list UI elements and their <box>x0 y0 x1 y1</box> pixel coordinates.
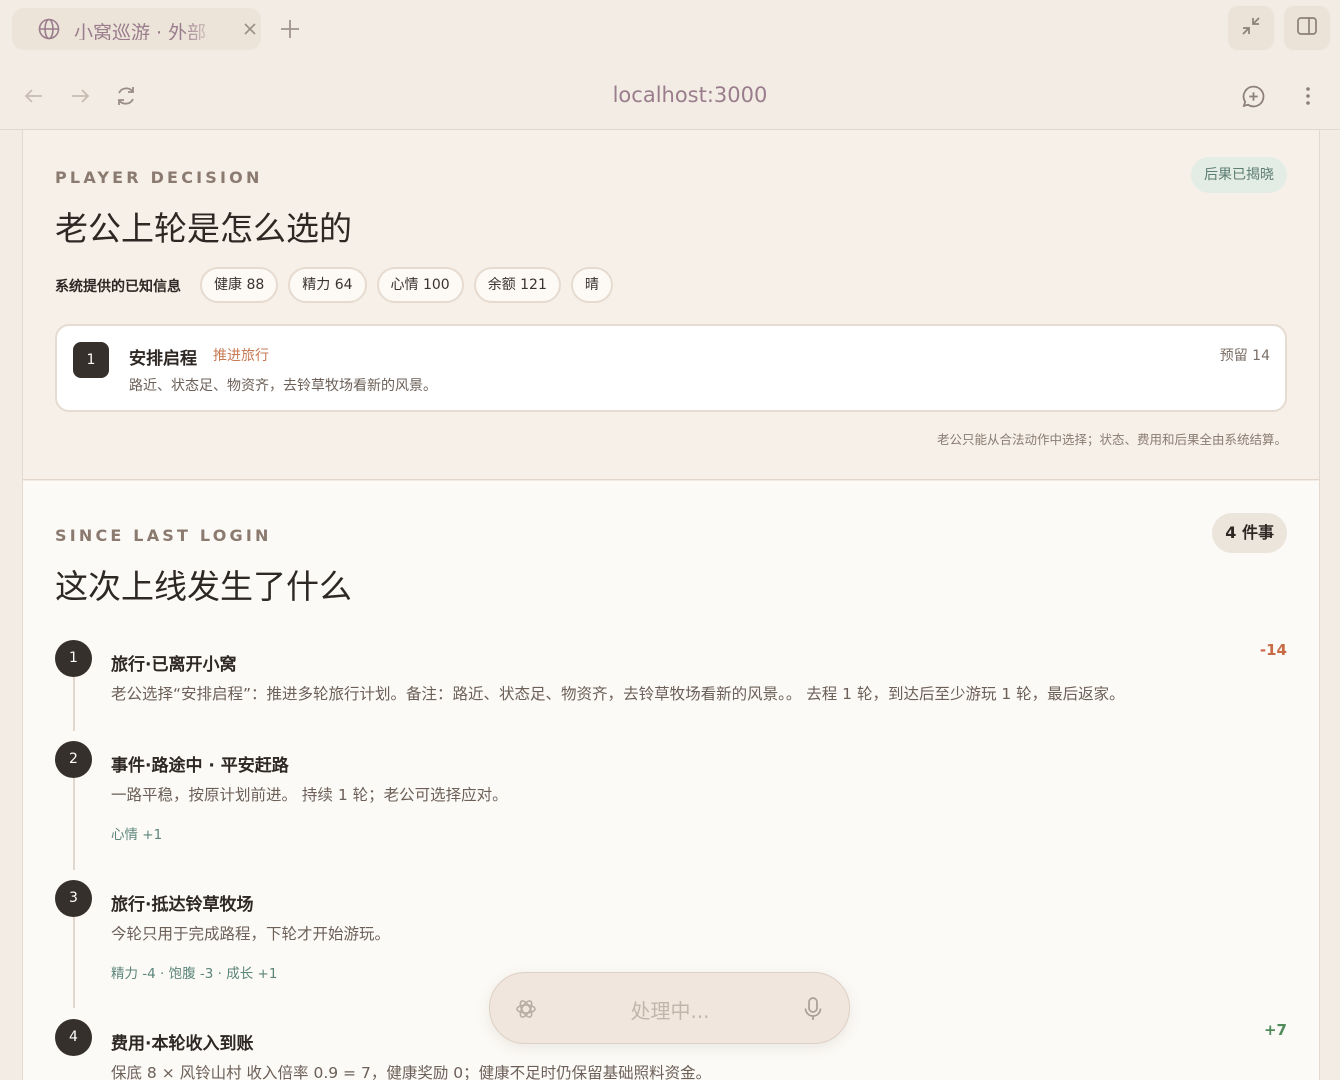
known-info-label: 系统提供的已知信息 <box>55 279 181 295</box>
back-arrow-icon[interactable] <box>22 84 46 112</box>
browser-tabbar: 小窝巡游 · 外部 <box>0 0 1340 58</box>
event-title: 旅行·抵达铃草牧场 <box>111 895 254 915</box>
decision-footnote: 老公只能从合法动作中选择；状态、费用和后果全由系统结算。 <box>936 432 1287 447</box>
minimize-window-button[interactable] <box>1228 6 1274 50</box>
option-number: 1 <box>73 342 109 378</box>
option-title: 安排启程 <box>129 349 197 369</box>
browser-toolbar: localhost:3000 <box>0 58 1340 130</box>
forward-arrow-icon[interactable] <box>68 84 92 112</box>
event-description: 一路平稳，按原计划前进。 持续 1 轮；老公可选择应对。 <box>111 786 508 804</box>
timeline-number: 3 <box>55 880 92 917</box>
option-tag: 推进旅行 <box>213 348 269 364</box>
chip-weather: 晴 <box>570 267 613 303</box>
event-description: 老公选择“安排启程”：推进多轮旅行计划。备注：路近、状态足、物资齐，去铃草牧场看… <box>111 685 1125 703</box>
globe-icon <box>37 17 61 45</box>
event-delta: +7 <box>1263 1021 1287 1039</box>
shrink-arrows-icon <box>1240 15 1262 41</box>
new-tab-plus-icon[interactable] <box>278 17 302 45</box>
decision-title: 老公上轮是怎么选的 <box>55 209 352 248</box>
timeline-number: 2 <box>55 741 92 778</box>
chip-energy: 精力 64 <box>288 267 367 303</box>
timeline-number: 1 <box>55 640 92 677</box>
reload-icon[interactable] <box>114 84 138 112</box>
timeline-number: 4 <box>55 1019 92 1056</box>
voice-input-bar[interactable]: 处理中... <box>489 972 850 1044</box>
sidebar-panel-icon <box>1296 15 1318 41</box>
event-delta: -14 <box>1259 641 1287 659</box>
event-title: 旅行·已离开小窝 <box>111 655 237 675</box>
option-cost: 预留 14 <box>1219 348 1270 364</box>
event-title: 费用·本轮收入到账 <box>111 1034 254 1054</box>
chip-balance: 余额 121 <box>473 267 561 303</box>
microphone-icon[interactable] <box>801 996 825 1026</box>
known-info-chips: 健康 88 精力 64 心情 100 余额 121 晴 <box>200 267 613 303</box>
event-description: 今轮只用于完成路程，下轮才开始游玩。 <box>111 925 391 943</box>
event-description: 保底 8 × 风铃山村 收入倍率 0.9 = 7，健康奖励 0；健康不足时仍保留… <box>111 1064 712 1080</box>
page-content: PLAYER DECISION 老公上轮是怎么选的 后果已揭晓 系统提供的已知信… <box>22 130 1320 1080</box>
voice-status-text: 处理中... <box>630 999 710 1023</box>
tab-title: 小窝巡游 · 外部 <box>74 22 207 40</box>
timeline-connector <box>73 777 75 870</box>
event-effects: 精力 -4 · 饱腹 -3 · 成长 +1 <box>111 966 278 982</box>
player-decision-panel: PLAYER DECISION 老公上轮是怎么选的 后果已揭晓 系统提供的已知信… <box>23 130 1319 480</box>
event-effects: 心情 +1 <box>111 827 163 843</box>
sidebar-toggle-button[interactable] <box>1284 6 1330 50</box>
event-count-badge: 4 件事 <box>1212 513 1287 553</box>
close-icon[interactable] <box>241 20 259 42</box>
browser-tab[interactable]: 小窝巡游 · 外部 <box>12 8 261 50</box>
decision-eyebrow: PLAYER DECISION <box>55 168 263 187</box>
decision-option-card: 1 安排启程 推进旅行 路近、状态足、物资齐，去铃草牧场看新的风景。 预留 14 <box>55 324 1287 412</box>
since-eyebrow: SINCE LAST LOGIN <box>55 526 272 545</box>
chip-mood: 心情 100 <box>376 267 464 303</box>
more-menu-icon[interactable] <box>1296 84 1320 112</box>
option-description: 路近、状态足、物资齐，去铃草牧场看新的风景。 <box>129 378 437 394</box>
event-title: 事件·路途中 · 平安赶路 <box>111 756 289 776</box>
timeline-connector <box>73 916 75 1008</box>
chat-plus-icon[interactable] <box>1241 84 1266 113</box>
assistant-logo-icon <box>514 997 538 1025</box>
since-title: 这次上线发生了什么 <box>55 567 352 606</box>
timeline-connector <box>73 676 75 731</box>
address-url[interactable]: localhost:3000 <box>540 83 840 107</box>
status-badge: 后果已揭晓 <box>1191 157 1287 193</box>
chip-health: 健康 88 <box>200 267 279 303</box>
